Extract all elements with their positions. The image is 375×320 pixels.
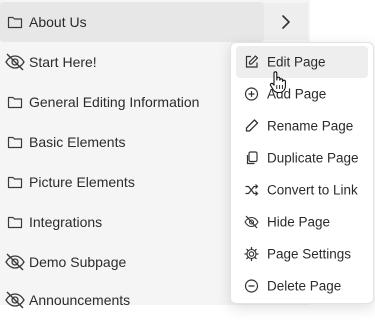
eye-off-icon xyxy=(4,51,26,73)
menu-item-delete-page[interactable]: Delete Page xyxy=(231,270,373,302)
menu-item-label: Delete Page xyxy=(267,278,342,294)
folder-icon xyxy=(6,173,24,191)
plus-circle-icon xyxy=(244,87,259,102)
minus-circle-icon xyxy=(244,279,259,294)
expand-button[interactable] xyxy=(264,3,308,40)
menu-item-edit-page[interactable]: Edit Page xyxy=(236,46,368,78)
sidebar-item-about-us[interactable]: About Us xyxy=(0,2,264,42)
menu-item-label: Hide Page xyxy=(267,214,331,230)
eye-off-icon xyxy=(4,251,26,273)
menu-item-label: Add Page xyxy=(267,86,327,102)
menu-item-add-page[interactable]: Add Page xyxy=(231,78,373,110)
menu-item-label: Rename Page xyxy=(267,118,354,134)
sidebar-item-label: Announcements xyxy=(29,292,131,308)
folder-icon xyxy=(6,213,24,231)
menu-item-label: Convert to Link xyxy=(267,182,358,198)
edit-icon xyxy=(244,55,259,70)
page-context-menu: Edit Page Add Page Rename Page Duplicate… xyxy=(230,42,374,304)
eye-off-icon xyxy=(4,289,26,311)
folder-icon xyxy=(6,13,24,31)
menu-item-hide-page[interactable]: Hide Page xyxy=(231,206,373,238)
menu-item-label: Duplicate Page xyxy=(267,150,359,166)
gear-icon xyxy=(244,246,259,262)
menu-item-rename-page[interactable]: Rename Page xyxy=(231,110,373,142)
sidebar-item-label: Basic Elements xyxy=(29,134,126,150)
sidebar-item-label: About Us xyxy=(29,14,87,30)
eye-off-icon xyxy=(244,215,259,230)
pencil-icon xyxy=(244,119,259,134)
sidebar-item-label: Demo Subpage xyxy=(29,254,127,270)
menu-item-convert-to-link[interactable]: Convert to Link xyxy=(231,174,373,206)
sidebar-item-label: Start Here! xyxy=(29,54,97,70)
sidebar-item-label: General Editing Information xyxy=(29,94,200,110)
shuffle-icon xyxy=(244,183,259,198)
menu-item-page-settings[interactable]: Page Settings xyxy=(231,238,373,270)
menu-item-label: Edit Page xyxy=(267,54,326,70)
menu-item-duplicate-page[interactable]: Duplicate Page xyxy=(231,142,373,174)
sidebar-item-label: Integrations xyxy=(29,214,103,230)
folder-icon xyxy=(6,133,24,151)
menu-item-label: Page Settings xyxy=(267,246,352,262)
duplicate-icon xyxy=(244,151,259,166)
chevron-right-icon xyxy=(280,14,292,30)
sidebar-item-label: Picture Elements xyxy=(29,174,135,190)
folder-icon xyxy=(6,93,24,111)
